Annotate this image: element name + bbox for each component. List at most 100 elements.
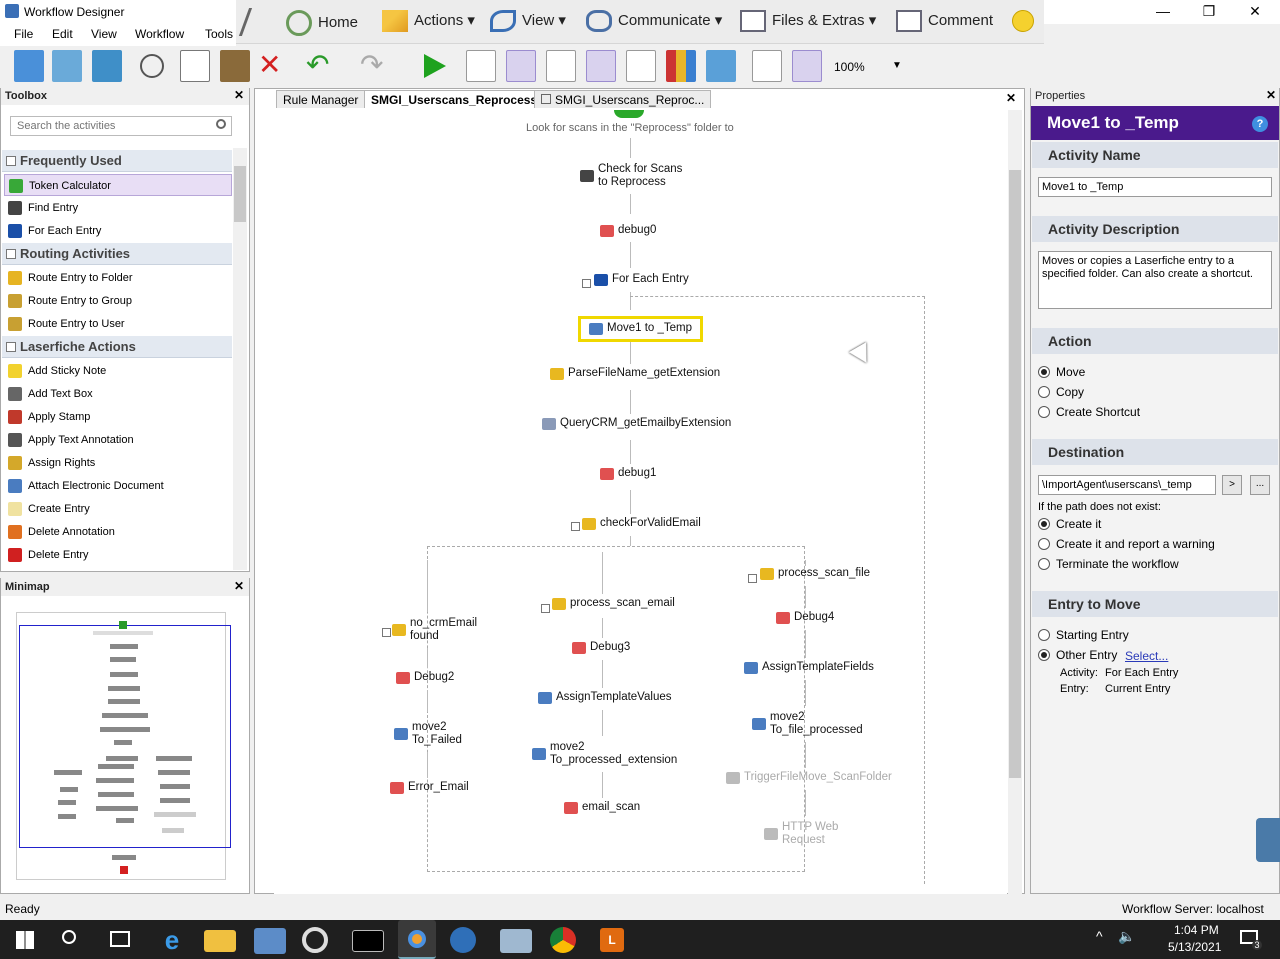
hand-icon[interactable] (752, 50, 782, 82)
node-assign_fields[interactable]: AssignTemplateFields (744, 661, 874, 675)
report-icon[interactable] (666, 50, 696, 82)
panel-side-tab-icon[interactable] (1256, 818, 1280, 862)
zoom-level[interactable]: 100% (834, 60, 865, 74)
destination-arrow-button[interactable]: > (1222, 475, 1242, 495)
radio-starting-entry[interactable]: Starting Entry (1038, 628, 1129, 642)
toolbox-group-2[interactable]: Laserfiche Actions (2, 336, 232, 358)
node-debug2[interactable]: Debug2 (396, 671, 454, 685)
activity-name-input[interactable]: Move1 to _Temp (1038, 177, 1272, 197)
file-explorer-icon[interactable] (204, 930, 236, 952)
node-debug1[interactable]: debug1 (600, 467, 656, 481)
publish-icon[interactable] (92, 50, 122, 82)
open-workflow-icon[interactable] (52, 50, 82, 82)
tools-icon[interactable] (506, 50, 536, 82)
node-error_email[interactable]: Error_Email (390, 781, 469, 795)
node-http[interactable]: HTTP Web Request (764, 821, 838, 847)
node-query[interactable]: QueryCRM_getEmailbyExtension (542, 417, 731, 431)
chrome-icon[interactable] (550, 927, 576, 953)
menu-view[interactable]: View (91, 27, 117, 41)
radio-create-shortcut[interactable]: Create Shortcut (1038, 405, 1140, 419)
collapse-icon[interactable] (382, 628, 391, 637)
start-icon[interactable] (16, 931, 34, 949)
toolbox-item[interactable]: Add Sticky Note (4, 360, 232, 382)
edge-icon[interactable]: e (156, 924, 188, 956)
node-move2_file[interactable]: move2 To_file_processed (752, 711, 863, 737)
toolbox-item[interactable]: For Each Entry (4, 220, 232, 242)
tab-reprocess-active[interactable]: SMGI_Userscans_Reprocess* (364, 90, 549, 108)
tab-close-icon[interactable]: ✕ (1006, 91, 1016, 105)
clock-date[interactable]: 5/13/2021 (1168, 940, 1221, 954)
toolbox-close-icon[interactable]: ✕ (234, 88, 244, 102)
cmd-icon[interactable] (352, 930, 384, 952)
node-email_scan[interactable]: email_scan (564, 801, 640, 815)
copy-icon[interactable] (180, 50, 210, 82)
node-debug0[interactable]: debug0 (600, 224, 656, 238)
node-check[interactable]: Check for Scans to Reprocess (580, 163, 682, 189)
routing-icon[interactable] (450, 927, 476, 953)
workflow-canvas[interactable]: Look for scans in the "Reprocess" folder… (274, 110, 1007, 894)
node-no_crm[interactable]: no_crmEmail found (392, 617, 477, 643)
gear-icon[interactable] (302, 927, 328, 953)
delete-icon[interactable]: ✕ (258, 48, 281, 82)
toolbox-item[interactable]: Route Entry to User (4, 313, 232, 335)
pointer-icon[interactable] (792, 50, 822, 82)
toolbox-search-input[interactable] (10, 116, 232, 136)
menu-edit[interactable]: Edit (52, 27, 73, 41)
ribbon-view[interactable]: View ▾ (490, 10, 566, 34)
zoom-dropdown-icon[interactable]: ▼ (892, 60, 902, 71)
taskbar-search-icon[interactable] (62, 930, 76, 944)
undo-icon[interactable]: ↶ (306, 48, 329, 82)
node-move2_ext[interactable]: move2 To_processed_extension (532, 741, 677, 767)
ribbon-files[interactable]: Files & Extras ▾ (740, 10, 876, 34)
toolbox-item[interactable]: Attach Electronic Document (4, 475, 232, 497)
radio-move[interactable]: Move (1038, 365, 1085, 379)
toolbox-item[interactable]: Route Entry to Group (4, 290, 232, 312)
toolbox-item[interactable]: Apply Text Annotation (4, 429, 232, 451)
toolbox-item[interactable]: Find Entry (4, 197, 232, 219)
toolbox-item[interactable]: Delete Entry (4, 544, 232, 566)
node-move2_failed[interactable]: move2 To_Failed (394, 721, 462, 747)
node-debug4[interactable]: Debug4 (776, 611, 834, 625)
clock-time[interactable]: 1:04 PM (1174, 923, 1219, 937)
toolbox-item[interactable]: Assign Rights (4, 452, 232, 474)
laserfiche-icon[interactable]: L (600, 928, 624, 952)
new-workflow-icon[interactable] (14, 50, 44, 82)
minimize-button[interactable]: — (1140, 0, 1186, 24)
paste-icon[interactable] (220, 50, 250, 82)
toolbox-item[interactable]: Route Entry to Folder (4, 267, 232, 289)
find-icon[interactable] (466, 50, 496, 82)
start-node-icon[interactable] (614, 110, 644, 118)
redo-icon[interactable]: ↷ (360, 48, 383, 82)
toolbox-group-0[interactable]: Frequently Used (2, 150, 232, 172)
select-entry-link[interactable]: Select... (1125, 649, 1168, 663)
canvas-scroll-thumb[interactable] (1009, 170, 1021, 778)
checklist-icon[interactable] (626, 50, 656, 82)
tab-reprocess-secondary[interactable]: SMGI_Userscans_Reproc... (534, 90, 712, 108)
menu-workflow[interactable]: Workflow (135, 27, 184, 41)
destination-browse-button[interactable]: ... (1250, 475, 1270, 495)
photos-icon[interactable] (500, 929, 532, 953)
ribbon-communicate[interactable]: Communicate ▾ (586, 10, 722, 34)
node-process_email[interactable]: process_scan_email (552, 597, 675, 611)
properties-icon[interactable] (586, 50, 616, 82)
node-move1-selected[interactable]: Move1 to _Temp (578, 316, 704, 342)
radio-terminate-the-workflow[interactable]: Terminate the workflow (1038, 557, 1179, 571)
minimap-close-icon[interactable]: ✕ (234, 579, 244, 593)
toolbox-group-1[interactable]: Routing Activities (2, 243, 232, 265)
tab-rule-manager[interactable]: Rule Manager (276, 90, 366, 108)
help-icon[interactable]: ? (1252, 116, 1268, 132)
destination-input[interactable]: \ImportAgent\userscans\_temp (1038, 475, 1216, 495)
collapse-icon[interactable] (748, 574, 757, 583)
ribbon-comment[interactable]: Comment (896, 10, 993, 34)
node-check_valid[interactable]: checkForValidEmail (582, 517, 701, 531)
tray-chevron-icon[interactable]: ^ (1096, 928, 1103, 944)
node-parse[interactable]: ParseFileName_getExtension (550, 367, 720, 381)
radio-copy[interactable]: Copy (1038, 385, 1084, 399)
node-debug3[interactable]: Debug3 (572, 641, 630, 655)
stop-icon[interactable] (546, 50, 576, 82)
radio-other-entry[interactable]: Other Entry (1038, 648, 1117, 662)
collapse-icon[interactable] (571, 522, 580, 531)
toolbox-item[interactable]: Create Entry (4, 498, 232, 520)
collapse-icon[interactable] (541, 604, 550, 613)
toolbox-item[interactable]: Token Calculator (4, 174, 232, 196)
